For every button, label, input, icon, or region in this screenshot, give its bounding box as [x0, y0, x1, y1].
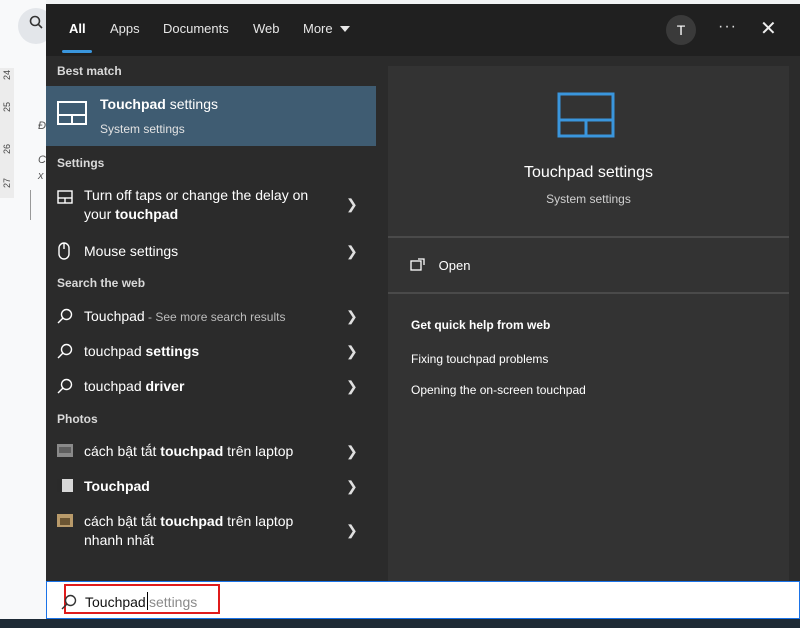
photo-thumbnail-icon	[57, 444, 73, 457]
divider	[388, 236, 789, 238]
chevron-right-icon: ❯	[346, 243, 358, 259]
background-search-icon	[29, 15, 43, 34]
photo-thumbnail-icon	[57, 479, 73, 492]
search-input[interactable]: Touchpad	[85, 594, 146, 610]
ruler-number: 27	[2, 178, 12, 189]
ruler-number: 26	[2, 144, 12, 155]
list-item-turn-off-taps[interactable]: Turn off taps or change the delay on you…	[46, 184, 376, 228]
chevron-right-icon: ❯	[346, 378, 358, 394]
photo-thumbnail-icon	[57, 514, 73, 527]
help-link-on-screen[interactable]: Opening the on-screen touchpad	[411, 383, 586, 397]
tab-more-label: More	[303, 21, 333, 36]
search-icon	[57, 343, 73, 359]
document-text-fragment: x	[38, 170, 44, 182]
list-item-photo-2[interactable]: Touchpad ❯	[46, 475, 376, 499]
tab-apps[interactable]: Apps	[110, 21, 140, 36]
ruler-number: 24	[2, 70, 12, 81]
tab-documents[interactable]: Documents	[163, 21, 229, 36]
search-tab-bar: All Apps Documents Web More T ··· ✕	[46, 4, 800, 56]
mouse-icon	[58, 242, 70, 260]
results-list: Best match Touchpad settings System sett…	[46, 56, 376, 582]
divider	[388, 292, 789, 294]
result-detail-pane: Touchpad settings System settings Open G…	[388, 66, 789, 582]
photos-heading: Photos	[57, 412, 98, 426]
document-divider	[30, 190, 31, 220]
list-item-web-touchpad[interactable]: Touchpad - See more search results ❯	[46, 305, 376, 329]
chevron-down-icon	[340, 26, 351, 32]
vertical-ruler: 24 25 26 27	[0, 68, 14, 198]
list-item-label: Turn off taps or change the delay on you…	[84, 187, 309, 222]
search-icon	[61, 594, 77, 610]
settings-heading: Settings	[57, 156, 105, 170]
search-bar[interactable]: Touchpad settings	[46, 581, 800, 619]
tab-all[interactable]: All	[69, 21, 86, 36]
ruler-number: 25	[2, 102, 12, 113]
list-item-web-touchpad-driver[interactable]: touchpad driver ❯	[46, 375, 376, 399]
list-item-mouse-settings[interactable]: Mouse settings ❯	[46, 240, 376, 264]
chevron-right-icon: ❯	[346, 478, 358, 494]
list-item-label: Touchpad - See more search results	[84, 308, 286, 324]
list-item-label: cách bật tắt touchpad trên laptop	[84, 443, 294, 459]
list-item-label: cách bật tắt touchpad trên laptop nhanh …	[84, 513, 294, 548]
search-autocomplete: settings	[149, 594, 198, 610]
list-item-label: Touchpad	[84, 478, 150, 494]
best-match-title: Touchpad settings	[100, 96, 218, 112]
touchpad-large-icon	[557, 92, 615, 138]
best-match-subtitle: System settings	[100, 122, 185, 136]
document-text-fragment: Đ	[38, 120, 46, 132]
open-label: Open	[438, 258, 471, 273]
list-item-web-touchpad-settings[interactable]: touchpad settings ❯	[46, 340, 376, 364]
close-icon[interactable]: ✕	[760, 16, 777, 41]
list-item-label: touchpad settings	[84, 343, 200, 359]
list-item-label: Mouse settings	[84, 243, 179, 259]
help-heading: Get quick help from web	[411, 318, 551, 332]
text-caret	[147, 592, 148, 610]
chevron-right-icon: ❯	[346, 443, 358, 459]
windows-search-panel: All Apps Documents Web More T ··· ✕ Best…	[46, 4, 800, 622]
document-text-fragment: C	[38, 154, 46, 166]
active-tab-indicator	[62, 50, 92, 53]
tab-web[interactable]: Web	[253, 21, 280, 36]
chevron-right-icon: ❯	[346, 522, 358, 538]
taskbar	[0, 619, 800, 628]
best-match-result[interactable]: Touchpad settings System settings	[46, 86, 376, 146]
search-icon	[57, 378, 73, 394]
open-external-icon	[410, 258, 425, 271]
open-action[interactable]: Open	[410, 258, 470, 273]
touchpad-small-icon	[57, 190, 73, 204]
touchpad-icon	[57, 101, 87, 125]
best-match-heading: Best match	[57, 64, 122, 78]
chevron-right-icon: ❯	[346, 343, 358, 359]
list-item-photo-1[interactable]: cách bật tắt touchpad trên laptop ❯	[46, 440, 376, 464]
search-icon	[57, 308, 73, 324]
detail-title: Touchpad settings	[524, 164, 653, 181]
tab-more[interactable]: More	[303, 21, 351, 36]
detail-subtitle: System settings	[546, 192, 631, 206]
search-web-heading: Search the web	[57, 276, 146, 290]
list-item-photo-3[interactable]: cách bật tắt touchpad trên laptop nhanh …	[46, 510, 376, 554]
chevron-right-icon: ❯	[346, 308, 358, 324]
list-item-label: touchpad driver	[84, 378, 185, 394]
chevron-right-icon: ❯	[346, 196, 358, 212]
user-avatar[interactable]: T	[666, 15, 696, 45]
help-link-fixing[interactable]: Fixing touchpad problems	[411, 352, 548, 366]
background-document: 24 25 26 27 Đ C x	[0, 0, 54, 628]
more-options-icon[interactable]: ···	[718, 18, 737, 36]
